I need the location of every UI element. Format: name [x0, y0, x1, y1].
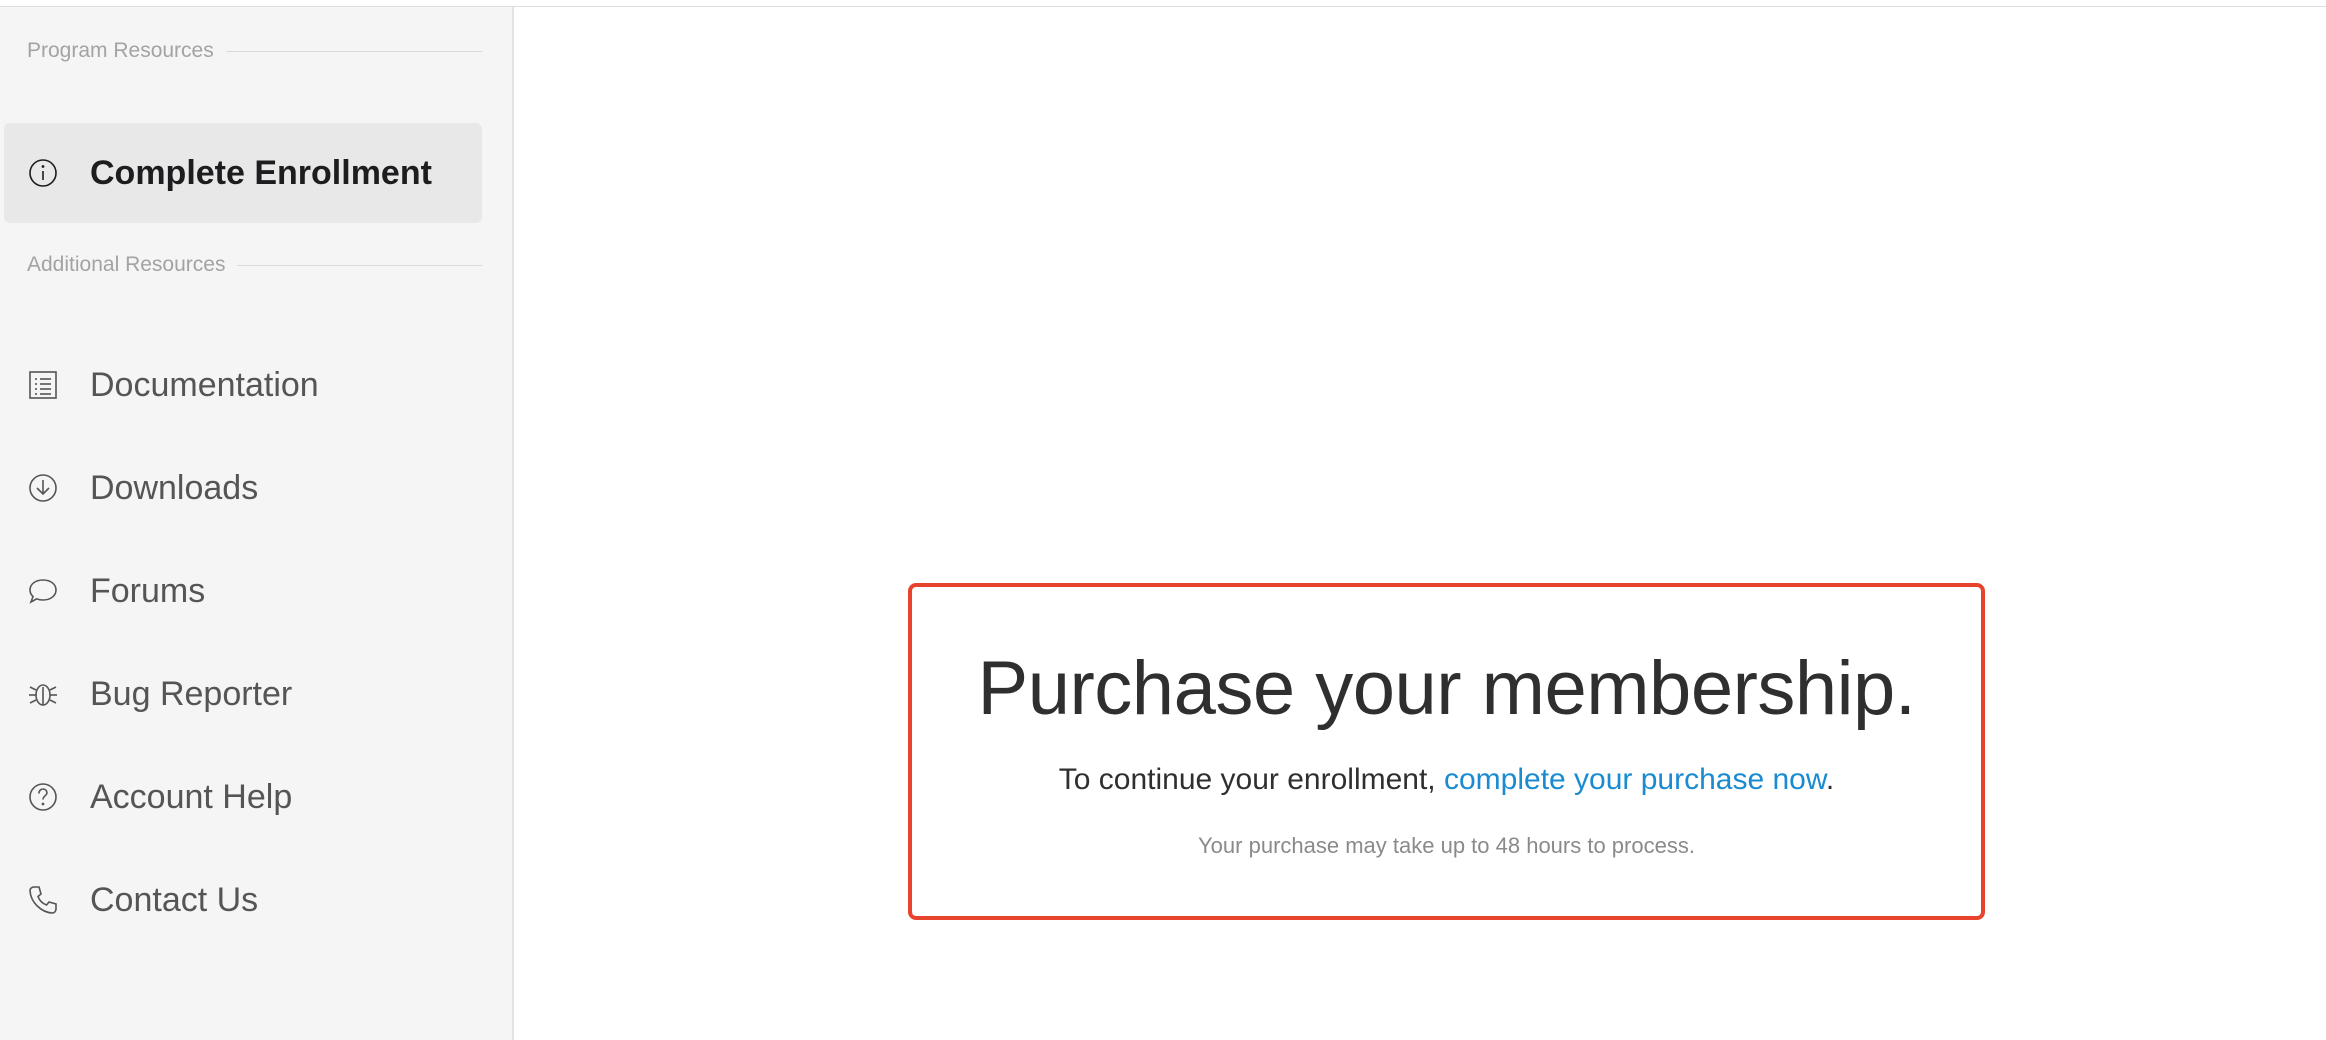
download-circle-icon	[27, 472, 59, 504]
sidebar-item-label: Documentation	[90, 365, 319, 404]
sidebar-item-label: Forums	[90, 571, 206, 610]
promo-title: Purchase your membership.	[977, 646, 1916, 731]
sidebar-item-label: Contact Us	[90, 880, 259, 919]
sidebar-item-forums[interactable]: Forums	[4, 541, 482, 641]
promo-message-prefix: To continue your enrollment,	[1058, 762, 1444, 796]
sidebar-item-label: Downloads	[90, 468, 259, 507]
sidebar-item-bug-reporter[interactable]: Bug Reporter	[4, 644, 482, 744]
sidebar-item-label: Bug Reporter	[90, 674, 293, 713]
sidebar: Program Resources Complete Enrollment Ad…	[0, 7, 514, 1040]
program-resources-heading: Program Resources	[27, 39, 482, 63]
promo-message: To continue your enrollment, complete yo…	[912, 763, 1981, 797]
sidebar-item-downloads[interactable]: Downloads	[4, 438, 482, 538]
section-divider	[225, 50, 482, 52]
purchase-membership-callout: Purchase your membership. To continue yo…	[908, 583, 1985, 920]
promo-message-suffix: .	[1825, 762, 1835, 796]
section-label: Program Resources	[27, 39, 214, 62]
section-label: Additional Resources	[27, 253, 226, 276]
sidebar-item-contact-us[interactable]: Contact Us	[4, 850, 482, 950]
additional-resources-heading: Additional Resources	[27, 253, 482, 277]
sidebar-item-label: Complete Enrollment	[90, 153, 432, 192]
sidebar-item-documentation[interactable]: Documentation	[4, 335, 482, 435]
info-circle-icon	[27, 157, 59, 189]
top-divider	[0, 0, 2326, 7]
complete-purchase-link[interactable]: complete your purchase now	[1444, 763, 1826, 796]
page: Program Resources Complete Enrollment Ad…	[0, 0, 2326, 1040]
phone-icon	[27, 884, 59, 916]
bug-icon	[27, 678, 59, 710]
sidebar-item-account-help[interactable]: Account Help	[4, 747, 482, 847]
question-circle-icon	[27, 781, 59, 813]
sidebar-item-complete-enrollment[interactable]: Complete Enrollment	[4, 123, 482, 223]
sidebar-item-label: Account Help	[90, 777, 293, 816]
section-divider	[237, 264, 482, 266]
document-list-icon	[27, 369, 59, 401]
processing-note: Your purchase may take up to 48 hours to…	[1198, 832, 1695, 858]
speech-bubble-icon	[27, 575, 59, 607]
